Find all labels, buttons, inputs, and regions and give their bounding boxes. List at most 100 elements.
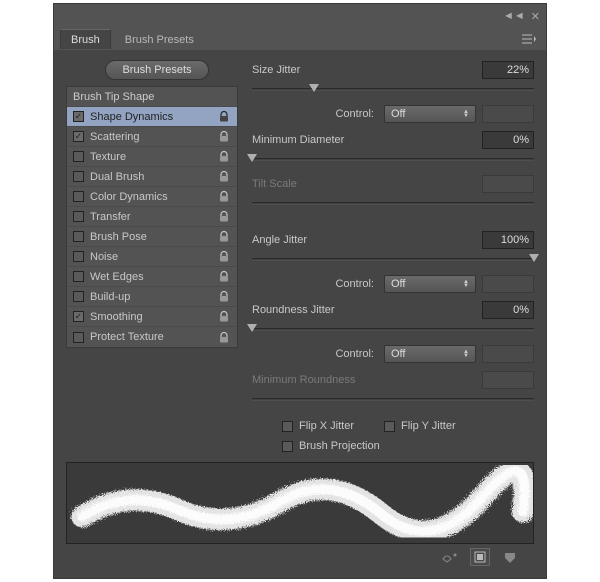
lock-icon[interactable]: [217, 171, 231, 182]
option-noise[interactable]: Noise: [67, 247, 237, 267]
panel-topbar: ◄◄ ✕: [54, 4, 546, 28]
lock-icon[interactable]: [217, 111, 231, 122]
shape-dynamics-settings: Size Jitter 22% Control: Off▲▼ Minimum D…: [252, 60, 534, 452]
checkbox[interactable]: [73, 271, 84, 282]
brush-stroke-preview: [66, 462, 534, 544]
option-shape-dynamics[interactable]: ✓ Shape Dynamics: [67, 107, 237, 127]
size-jitter-slider[interactable]: [252, 84, 534, 98]
min-diameter-slider[interactable]: [252, 154, 534, 168]
checkbox[interactable]: ✓: [73, 131, 84, 142]
option-brush-pose[interactable]: Brush Pose: [67, 227, 237, 247]
option-label: Shape Dynamics: [90, 111, 211, 123]
panel-tabs: Brush Brush Presets: [54, 28, 546, 50]
option-label: Brush Pose: [90, 231, 211, 243]
option-label: Dual Brush: [90, 171, 211, 183]
option-label: Build-up: [90, 291, 211, 303]
option-label: Texture: [90, 151, 211, 163]
brush-projection-row: Brush Projection: [252, 440, 534, 452]
brush-options-sidebar: Brush Presets Brush Tip Shape ✓ Shape Dyn…: [66, 60, 238, 452]
flip-y-jitter-checkbox[interactable]: Flip Y Jitter: [384, 420, 456, 432]
lock-icon[interactable]: [217, 271, 231, 282]
option-label: Wet Edges: [90, 271, 211, 283]
flip-x-jitter-checkbox[interactable]: Flip X Jitter: [282, 420, 354, 432]
brush-options-list: Brush Tip Shape ✓ Shape Dynamics ✓ Scatteri…: [66, 86, 238, 348]
size-jitter-control-row: Control: Off▲▼: [252, 104, 534, 124]
option-label: Protect Texture: [90, 331, 211, 343]
roundness-jitter-value[interactable]: 0%: [482, 301, 534, 319]
size-jitter-control-select[interactable]: Off▲▼: [384, 105, 476, 123]
checkbox[interactable]: [73, 231, 84, 242]
option-smoothing[interactable]: ✓ Smoothing: [67, 307, 237, 327]
min-diameter-row: Minimum Diameter 0%: [252, 130, 534, 150]
option-label: Color Dynamics: [90, 191, 211, 203]
tilt-scale-value: [482, 175, 534, 193]
checkbox[interactable]: [73, 171, 84, 182]
option-wet-edges[interactable]: Wet Edges: [67, 267, 237, 287]
checkbox[interactable]: ✓: [73, 311, 84, 322]
option-scattering[interactable]: ✓ Scattering: [67, 127, 237, 147]
brush-presets-button[interactable]: Brush Presets: [105, 60, 208, 80]
roundness-jitter-slider[interactable]: [252, 324, 534, 338]
min-roundness-slider: [252, 394, 534, 408]
flip-jitter-row: Flip X Jitter Flip Y Jitter: [252, 420, 534, 432]
min-roundness-value: [482, 371, 534, 389]
option-protect-texture[interactable]: Protect Texture: [67, 327, 237, 347]
lock-icon[interactable]: [217, 231, 231, 242]
panel-menu-icon[interactable]: [522, 34, 536, 44]
lock-icon[interactable]: [217, 191, 231, 202]
lock-icon[interactable]: [217, 291, 231, 302]
tilt-scale-row: Tilt Scale: [252, 174, 534, 194]
option-transfer[interactable]: Transfer: [67, 207, 237, 227]
close-icon[interactable]: ✕: [531, 10, 540, 23]
checkbox[interactable]: ✓: [73, 111, 84, 122]
size-jitter-label: Size Jitter: [252, 64, 476, 76]
roundness-jitter-control-select[interactable]: Off▲▼: [384, 345, 476, 363]
lock-icon[interactable]: [217, 211, 231, 222]
size-jitter-value[interactable]: 22%: [482, 61, 534, 79]
option-color-dynamics[interactable]: Color Dynamics: [67, 187, 237, 207]
roundness-control-extra: [482, 345, 534, 363]
angle-jitter-value[interactable]: 100%: [482, 231, 534, 249]
option-label: Transfer: [90, 211, 211, 223]
checkbox[interactable]: [73, 211, 84, 222]
option-label: Noise: [90, 251, 211, 263]
panel-body: Brush Presets Brush Tip Shape ✓ Shape Dyn…: [54, 50, 546, 578]
brush-projection-checkbox[interactable]: Brush Projection: [282, 440, 380, 452]
new-preset-icon[interactable]: [470, 548, 490, 566]
lock-icon[interactable]: [217, 131, 231, 142]
checkbox[interactable]: [73, 191, 84, 202]
checkbox[interactable]: [73, 332, 84, 343]
checkbox[interactable]: [73, 251, 84, 262]
min-diameter-value[interactable]: 0%: [482, 131, 534, 149]
angle-jitter-control-row: Control: Off▲▼: [252, 274, 534, 294]
roundness-jitter-control-row: Control: Off▲▼: [252, 344, 534, 364]
toggle-live-preview-icon[interactable]: [440, 548, 460, 566]
angle-control-extra: [482, 275, 534, 293]
option-build-up[interactable]: Build-up: [67, 287, 237, 307]
lock-icon[interactable]: [217, 311, 231, 322]
option-texture[interactable]: Texture: [67, 147, 237, 167]
roundness-jitter-row: Roundness Jitter 0%: [252, 300, 534, 320]
lock-icon[interactable]: [217, 251, 231, 262]
checkbox[interactable]: [73, 291, 84, 302]
reset-icon[interactable]: [500, 548, 520, 566]
panel-footer: [66, 544, 534, 570]
option-brush-tip-shape[interactable]: Brush Tip Shape: [67, 87, 237, 107]
lock-icon[interactable]: [217, 332, 231, 343]
size-control-extra: [482, 105, 534, 123]
checkbox[interactable]: [73, 151, 84, 162]
tab-brush[interactable]: Brush: [60, 29, 111, 49]
lock-icon[interactable]: [217, 151, 231, 162]
tilt-scale-slider: [252, 198, 534, 212]
collapse-icon[interactable]: ◄◄: [503, 10, 525, 22]
min-roundness-row: Minimum Roundness: [252, 370, 534, 390]
option-label: Scattering: [90, 131, 211, 143]
brush-panel: ◄◄ ✕ Brush Brush Presets Brush Presets B…: [54, 4, 546, 578]
angle-jitter-control-select[interactable]: Off▲▼: [384, 275, 476, 293]
angle-jitter-slider[interactable]: [252, 254, 534, 268]
angle-jitter-row: Angle Jitter 100%: [252, 230, 534, 250]
option-label: Smoothing: [90, 311, 211, 323]
size-jitter-row: Size Jitter 22%: [252, 60, 534, 80]
tab-brush-presets[interactable]: Brush Presets: [115, 30, 204, 49]
option-dual-brush[interactable]: Dual Brush: [67, 167, 237, 187]
